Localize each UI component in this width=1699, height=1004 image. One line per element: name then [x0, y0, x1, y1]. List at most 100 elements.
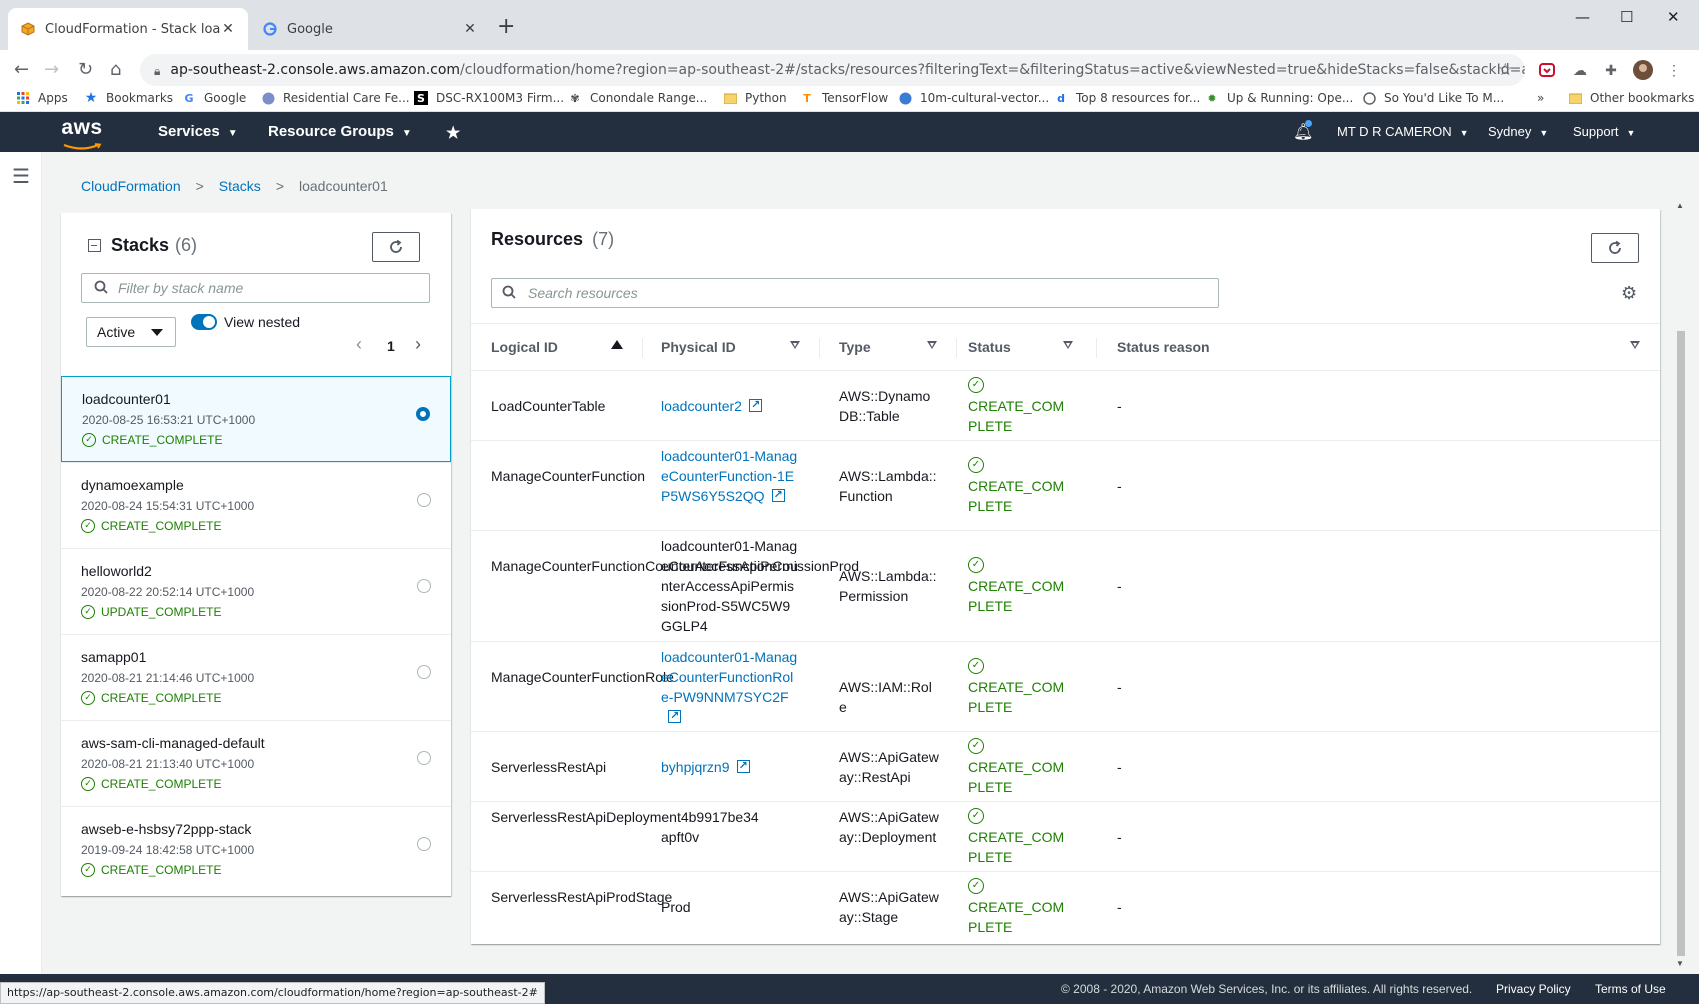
page-scrollbar[interactable]: ▲ ▼ [1675, 201, 1686, 971]
other-bookmarks[interactable]: Other bookmarks [1568, 91, 1694, 105]
bookmark-apps[interactable]: Apps [16, 91, 68, 105]
gear-icon: ✹ [1207, 91, 1217, 105]
close-window-icon[interactable]: ✕ [1667, 8, 1680, 26]
hamburger-menu-icon[interactable]: ☰ [12, 164, 30, 189]
aws-logo[interactable]: aws [60, 117, 104, 150]
region-menu[interactable]: Sydney ▼ [1488, 124, 1548, 139]
physical-id-link[interactable]: loadcounter2 [661, 395, 801, 416]
list-item[interactable]: loadcounter01 2020-08-25 16:53:21 UTC+10… [61, 376, 451, 462]
column-divider [819, 338, 820, 358]
next-page-icon[interactable]: › [415, 334, 421, 355]
list-item[interactable]: awseb-e-hsbsy72ppp-stack 2019-09-24 18:4… [61, 806, 451, 892]
settings-gear-icon[interactable]: ⚙ [1621, 283, 1637, 304]
bookmark-soyoud[interactable]: So You'd Like To M... [1362, 91, 1504, 105]
col-status-reason[interactable]: Status reason [1117, 339, 1210, 355]
stack-radio[interactable] [417, 665, 431, 679]
stack-name: loadcounter01 [82, 391, 171, 407]
filter-caret-icon[interactable] [1063, 341, 1073, 349]
table-row[interactable]: ManageCounterFunction loadcounter01-Mana… [471, 441, 1660, 531]
bookmark-python[interactable]: Python [723, 91, 787, 105]
bookmark-star-icon[interactable]: ☆ [1498, 60, 1513, 80]
physical-id-link[interactable]: byhpjqrzn9 [661, 756, 801, 777]
table-row[interactable]: LoadCounterTable loadcounter2 AWS::Dynam… [471, 371, 1660, 441]
breadcrumb-cloudformation[interactable]: CloudFormation [81, 178, 181, 194]
sort-ascending-icon[interactable] [611, 340, 623, 349]
refresh-stacks-button[interactable] [372, 232, 420, 262]
scroll-up-icon[interactable]: ▲ [1676, 201, 1684, 210]
stack-radio[interactable] [417, 579, 431, 593]
avatar[interactable] [1633, 60, 1653, 80]
menu-kebab-icon[interactable]: ⋮ [1664, 60, 1684, 80]
table-row[interactable]: ServerlessRestApi byhpjqrzn9 AWS::ApiGat… [471, 732, 1660, 802]
close-tab-icon[interactable]: ✕ [462, 21, 478, 37]
bookmark-google[interactable]: G Google [182, 91, 246, 105]
privacy-policy-link[interactable]: Privacy Policy [1496, 982, 1571, 996]
bookmark-tensorflow[interactable]: T TensorFlow [800, 91, 888, 105]
pin-icon[interactable]: ★ [446, 123, 460, 143]
filter-caret-icon[interactable] [1630, 341, 1640, 349]
list-item[interactable]: dynamoexample 2020-08-24 15:54:31 UTC+10… [61, 462, 451, 548]
aws-smile-icon [63, 143, 102, 150]
account-menu[interactable]: MT D R CAMERON ▼ [1337, 124, 1469, 139]
tab-google[interactable]: Google ✕ [250, 8, 490, 50]
stack-radio[interactable] [416, 407, 430, 421]
pocket-icon[interactable] [1537, 60, 1557, 80]
reload-icon[interactable]: ↻ [78, 59, 93, 80]
collapse-icon[interactable] [88, 239, 101, 252]
extension-icon[interactable]: ☁ [1570, 60, 1590, 80]
support-menu[interactable]: Support ▼ [1573, 124, 1635, 139]
bookmark-residential[interactable]: Residential Care Fe... [261, 91, 410, 105]
status-filter-select[interactable]: Active [86, 317, 176, 347]
bookmark-10m[interactable]: 10m-cultural-vector... [898, 91, 1049, 105]
list-item[interactable]: samapp01 2020-08-21 21:14:46 UTC+1000 ✓ C… [61, 634, 451, 720]
close-tab-icon[interactable]: ✕ [220, 21, 236, 37]
search-resources-input[interactable]: Search resources [491, 278, 1219, 308]
table-row[interactable]: ServerlessRestApiDeployment4b9917be34 ap… [471, 802, 1660, 872]
bookmark-top8[interactable]: d Top 8 resources for... [1054, 91, 1200, 105]
maximize-icon[interactable]: ☐ [1620, 8, 1633, 26]
list-item[interactable]: aws-sam-cli-managed-default 2020-08-21 2… [61, 720, 451, 806]
table-row[interactable]: ServerlessRestApiProdStage Prod AWS::Api… [471, 872, 1660, 942]
bookmark-bookmarks[interactable]: ★ Bookmarks [84, 90, 173, 106]
scroll-down-icon[interactable]: ▼ [1676, 959, 1684, 968]
physical-id-link[interactable]: loadcounter01-ManageCounterFunctionRole-… [661, 647, 801, 727]
breadcrumb-stacks[interactable]: Stacks [219, 178, 261, 194]
col-status[interactable]: Status [968, 339, 1011, 355]
col-logical-id[interactable]: Logical ID [491, 339, 558, 355]
filter-caret-icon[interactable] [790, 341, 800, 349]
more-bookmarks-button[interactable]: » [1537, 91, 1544, 105]
home-icon[interactable]: ⌂ [110, 59, 121, 80]
services-menu[interactable]: Services ▼ [158, 123, 238, 140]
table-row[interactable]: ManageCounterFunctionRole loadcounter01-… [471, 642, 1660, 732]
region-label: Sydney [1488, 124, 1532, 139]
logical-id: ServerlessRestApi [491, 759, 607, 775]
stack-radio[interactable] [417, 751, 431, 765]
view-nested-toggle[interactable] [191, 314, 217, 330]
list-item[interactable]: helloworld2 2020-08-22 20:52:14 UTC+1000… [61, 548, 451, 634]
tab-cloudformation[interactable]: CloudFormation - Stack loadcoun ✕ [8, 8, 248, 50]
forward-icon[interactable]: → [44, 59, 59, 80]
scroll-thumb[interactable] [1677, 331, 1685, 956]
bell-icon[interactable]: 🔔︎ [1293, 120, 1313, 142]
page-number[interactable]: 1 [387, 338, 395, 354]
bookmark-conondale[interactable]: ✾ Conondale Range... [568, 91, 707, 105]
filter-caret-icon[interactable] [927, 341, 937, 349]
puzzle-icon[interactable]: ✚ [1601, 60, 1621, 80]
refresh-resources-button[interactable] [1591, 233, 1639, 263]
stack-radio[interactable] [417, 837, 431, 851]
col-type[interactable]: Type [839, 339, 871, 355]
col-physical-id[interactable]: Physical ID [661, 339, 736, 355]
bookmark-dsc[interactable]: S DSC-RX100M3 Firm... [414, 91, 564, 105]
address-bar[interactable]: 🔒︎ ap-southeast-2.console.aws.amazon.com… [140, 54, 1525, 86]
stack-radio[interactable] [417, 493, 431, 507]
new-tab-button[interactable]: + [497, 14, 515, 39]
prev-page-icon[interactable]: ‹ [356, 334, 362, 355]
resource-groups-menu[interactable]: Resource Groups ▼ [268, 123, 412, 140]
back-icon[interactable]: ← [14, 59, 29, 80]
terms-of-use-link[interactable]: Terms of Use [1595, 982, 1666, 996]
physical-id-link[interactable]: loadcounter01-ManageCounterFunction-1EP5… [661, 446, 801, 506]
minimize-icon[interactable]: — [1575, 8, 1590, 26]
stack-filter-input[interactable]: Filter by stack name [81, 273, 430, 303]
bookmark-uprunning[interactable]: ✹ Up & Running: Ope... [1205, 91, 1353, 105]
table-row[interactable]: ManageCounterFunctionCounterAccessApiPer… [471, 531, 1660, 642]
